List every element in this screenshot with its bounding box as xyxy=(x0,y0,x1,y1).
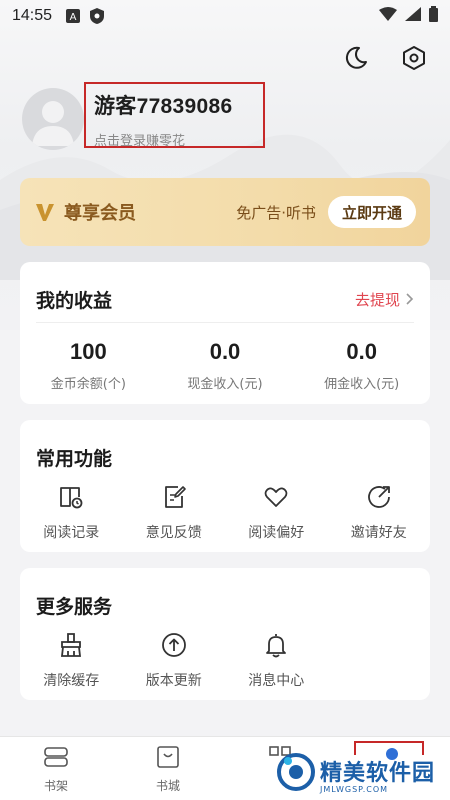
service-message-center[interactable]: 消息中心 xyxy=(225,630,328,690)
stat-value: 0.0 xyxy=(346,339,377,364)
service-label: 版本更新 xyxy=(145,673,202,689)
earnings-card: 我的收益 去提现 100 金币余额(个) 0.0 现金收入(元) 0.0 佣金收… xyxy=(20,262,430,404)
service-version-update[interactable]: 版本更新 xyxy=(123,630,226,690)
functions-title: 常用功能 xyxy=(36,447,113,470)
night-mode-moon-icon[interactable] xyxy=(342,44,370,72)
function-label: 邀请好友 xyxy=(350,525,407,541)
settings-hexagon-icon[interactable] xyxy=(400,44,428,72)
reading-history-icon xyxy=(56,482,86,512)
stat-label: 佣金收入(元) xyxy=(324,377,400,392)
watermark: 精美软件园 JMLWGSP.COM xyxy=(276,750,446,798)
earnings-title: 我的收益 xyxy=(36,289,113,312)
function-invite-friends[interactable]: 邀请好友 xyxy=(328,482,431,542)
stat-commission-income[interactable]: 0.0 佣金收入(元) xyxy=(293,339,430,392)
stat-value: 0.0 xyxy=(209,339,241,364)
bookshelf-icon xyxy=(43,745,69,773)
watermark-subtext: JMLWGSP.COM xyxy=(320,784,389,794)
service-label: 清除缓存 xyxy=(43,673,100,689)
common-functions-card: 常用功能 阅读记录 意见反馈 阅读偏好 邀请好友 xyxy=(20,420,430,552)
stat-coin-balance[interactable]: 100 金币余额(个) xyxy=(20,339,157,392)
feedback-icon xyxy=(159,482,189,512)
notification-a-icon: A xyxy=(66,9,81,23)
nav-bookstore[interactable]: 书城 xyxy=(112,737,224,800)
status-bar: 14:55 A xyxy=(0,0,450,32)
withdraw-label: 去提现 xyxy=(354,290,400,309)
vip-open-button[interactable]: 立即开通 xyxy=(327,196,416,228)
battery-icon xyxy=(429,6,438,26)
vip-card[interactable]: 尊享会员 免广告·听书 立即开通 xyxy=(20,178,430,246)
nav-bookshelf[interactable]: 书架 xyxy=(0,737,112,800)
bookstore-icon xyxy=(155,745,181,773)
stat-label: 金币余额(个) xyxy=(50,377,126,392)
service-label: 消息中心 xyxy=(248,673,305,689)
function-label: 阅读偏好 xyxy=(248,525,305,541)
function-reading-history[interactable]: 阅读记录 xyxy=(20,482,123,542)
service-clear-cache[interactable]: 清除缓存 xyxy=(20,630,123,690)
login-hint[interactable]: 点击登录赚零花 xyxy=(94,130,263,149)
shield-icon xyxy=(90,8,105,24)
stat-value: 100 xyxy=(69,339,107,364)
username: 游客77839086 xyxy=(94,95,233,118)
withdraw-link[interactable]: 去提现 xyxy=(355,289,414,310)
svg-text:A: A xyxy=(70,12,77,23)
signal-icon xyxy=(405,7,421,25)
stat-label: 现金收入(元) xyxy=(187,377,263,392)
vip-benefits: 免广告·听书 xyxy=(236,203,316,222)
vip-v-icon xyxy=(34,201,56,223)
function-label: 意见反馈 xyxy=(145,525,202,541)
stat-cash-income[interactable]: 0.0 现金收入(元) xyxy=(157,339,294,392)
upload-cloud-icon xyxy=(159,630,189,660)
more-services-card: 更多服务 清除缓存 版本更新 消息中心 xyxy=(20,568,430,700)
function-feedback[interactable]: 意见反馈 xyxy=(123,482,226,542)
watermark-logo-icon xyxy=(276,752,316,796)
status-time: 14:55 xyxy=(12,7,53,24)
wifi-icon xyxy=(379,7,397,25)
avatar[interactable] xyxy=(22,88,84,150)
nav-label: 书城 xyxy=(155,779,180,793)
vip-title: 尊享会员 xyxy=(64,203,136,224)
broom-icon xyxy=(56,630,86,660)
function-label: 阅读记录 xyxy=(43,525,100,541)
share-icon xyxy=(364,482,394,512)
watermark-text: 精美软件园 xyxy=(320,760,436,786)
bell-icon xyxy=(261,630,291,660)
function-reading-preference[interactable]: 阅读偏好 xyxy=(225,482,328,542)
heart-icon xyxy=(261,482,291,512)
profile-info[interactable]: 游客77839086 点击登录赚零花 xyxy=(84,82,265,149)
chevron-right-icon xyxy=(406,293,414,305)
services-title: 更多服务 xyxy=(36,595,113,618)
nav-label: 书架 xyxy=(43,779,68,793)
